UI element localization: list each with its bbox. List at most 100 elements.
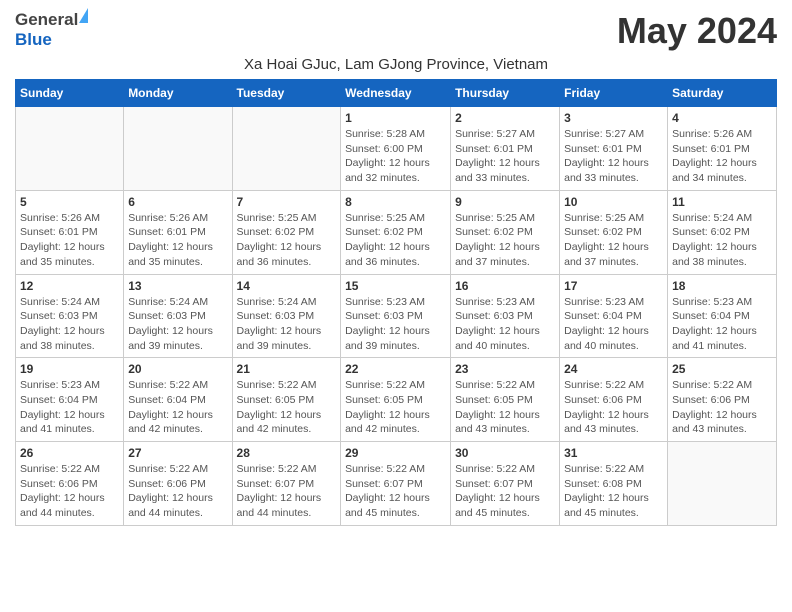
day-info: Sunrise: 5:22 AMSunset: 6:06 PMDaylight:… (128, 462, 227, 521)
day-info: Sunrise: 5:22 AMSunset: 6:07 PMDaylight:… (237, 462, 337, 521)
day-info: Sunrise: 5:26 AMSunset: 6:01 PMDaylight:… (20, 211, 119, 270)
calendar-cell: 11 Sunrise: 5:24 AMSunset: 6:02 PMDayligh… (668, 190, 777, 274)
calendar-cell: 28 Sunrise: 5:22 AMSunset: 6:07 PMDayligh… (232, 442, 341, 526)
day-number: 11 (672, 195, 772, 209)
day-number: 16 (455, 279, 555, 293)
calendar-cell: 2Sunrise: 5:27 AMSunset: 6:01 PMDaylight… (451, 107, 560, 191)
calendar-cell: 5 Sunrise: 5:26 AMSunset: 6:01 PMDaylight… (16, 190, 124, 274)
calendar-cell: 4 Sunrise: 5:26 AMSunset: 6:01 PMDaylight… (668, 107, 777, 191)
calendar-cell: 27 Sunrise: 5:22 AMSunset: 6:06 PMDayligh… (124, 442, 232, 526)
calendar-cell: 10 Sunrise: 5:25 AMSunset: 6:02 PMDayligh… (560, 190, 668, 274)
calendar-cell: 12 Sunrise: 5:24 AMSunset: 6:03 PMDayligh… (16, 274, 124, 358)
location-title: Xa Hoai GJuc, Lam GJong Province, Vietna… (15, 56, 777, 73)
day-number: 3 (564, 111, 663, 125)
calendar-cell: 14 Sunrise: 5:24 AMSunset: 6:03 PMDayligh… (232, 274, 341, 358)
day-number: 10 (564, 195, 663, 209)
day-info: Sunrise: 5:24 AMSunset: 6:02 PMDaylight:… (672, 211, 772, 270)
day-info: Sunrise: 5:23 AMSunset: 6:04 PMDaylight:… (564, 295, 663, 354)
calendar-cell (668, 442, 777, 526)
day-info: Sunrise: 5:24 AMSunset: 6:03 PMDaylight:… (20, 295, 119, 354)
logo-blue: Blue (15, 30, 52, 49)
day-number: 28 (237, 446, 337, 460)
day-number: 7 (237, 195, 337, 209)
day-number: 12 (20, 279, 119, 293)
day-of-week-friday: Friday (560, 80, 668, 107)
calendar-cell: 30Sunrise: 5:22 AMSunset: 6:07 PMDayligh… (451, 442, 560, 526)
day-number: 18 (672, 279, 772, 293)
day-number: 27 (128, 446, 227, 460)
calendar-cell: 13 Sunrise: 5:24 AMSunset: 6:03 PMDayligh… (124, 274, 232, 358)
day-info: Sunrise: 5:26 AMSunset: 6:01 PMDaylight:… (128, 211, 227, 270)
calendar-table: SundayMondayTuesdayWednesdayThursdayFrid… (15, 79, 777, 526)
calendar-cell (124, 107, 232, 191)
day-of-week-tuesday: Tuesday (232, 80, 341, 107)
day-number: 17 (564, 279, 663, 293)
calendar-cell: 16Sunrise: 5:23 AMSunset: 6:03 PMDayligh… (451, 274, 560, 358)
calendar-cell: 15Sunrise: 5:23 AMSunset: 6:03 PMDayligh… (341, 274, 451, 358)
day-of-week-sunday: Sunday (16, 80, 124, 107)
day-info: Sunrise: 5:26 AMSunset: 6:01 PMDaylight:… (672, 127, 772, 186)
day-of-week-monday: Monday (124, 80, 232, 107)
calendar-cell: 7 Sunrise: 5:25 AMSunset: 6:02 PMDaylight… (232, 190, 341, 274)
calendar-cell: 6 Sunrise: 5:26 AMSunset: 6:01 PMDaylight… (124, 190, 232, 274)
day-info: Sunrise: 5:27 AMSunset: 6:01 PMDaylight:… (455, 127, 555, 186)
calendar-cell: 18 Sunrise: 5:23 AMSunset: 6:04 PMDayligh… (668, 274, 777, 358)
day-info: Sunrise: 5:25 AMSunset: 6:02 PMDaylight:… (237, 211, 337, 270)
calendar-cell: 24Sunrise: 5:22 AMSunset: 6:06 PMDayligh… (560, 358, 668, 442)
calendar-cell: 23 Sunrise: 5:22 AMSunset: 6:05 PMDayligh… (451, 358, 560, 442)
day-number: 15 (345, 279, 446, 293)
calendar-cell: 25Sunrise: 5:22 AMSunset: 6:06 PMDayligh… (668, 358, 777, 442)
day-info: Sunrise: 5:23 AMSunset: 6:04 PMDaylight:… (672, 295, 772, 354)
day-info: Sunrise: 5:24 AMSunset: 6:03 PMDaylight:… (128, 295, 227, 354)
logo-triangle-icon (79, 8, 88, 23)
day-info: Sunrise: 5:23 AMSunset: 6:04 PMDaylight:… (20, 378, 119, 437)
calendar-cell: 29Sunrise: 5:22 AMSunset: 6:07 PMDayligh… (341, 442, 451, 526)
calendar-cell: 8Sunrise: 5:25 AMSunset: 6:02 PMDaylight… (341, 190, 451, 274)
day-info: Sunrise: 5:22 AMSunset: 6:06 PMDaylight:… (564, 378, 663, 437)
day-number: 1 (345, 111, 446, 125)
day-number: 30 (455, 446, 555, 460)
day-number: 9 (455, 195, 555, 209)
day-info: Sunrise: 5:25 AMSunset: 6:02 PMDaylight:… (564, 211, 663, 270)
calendar-cell: 19 Sunrise: 5:23 AMSunset: 6:04 PMDayligh… (16, 358, 124, 442)
day-info: Sunrise: 5:28 AMSunset: 6:00 PMDaylight:… (345, 127, 446, 186)
day-info: Sunrise: 5:22 AMSunset: 6:06 PMDaylight:… (672, 378, 772, 437)
day-of-week-thursday: Thursday (451, 80, 560, 107)
day-info: Sunrise: 5:24 AMSunset: 6:03 PMDaylight:… (237, 295, 337, 354)
day-number: 26 (20, 446, 119, 460)
day-number: 22 (345, 362, 446, 376)
day-info: Sunrise: 5:22 AMSunset: 6:05 PMDaylight:… (455, 378, 555, 437)
day-of-week-saturday: Saturday (668, 80, 777, 107)
day-number: 23 (455, 362, 555, 376)
day-number: 19 (20, 362, 119, 376)
day-info: Sunrise: 5:22 AMSunset: 6:04 PMDaylight:… (128, 378, 227, 437)
day-number: 6 (128, 195, 227, 209)
day-info: Sunrise: 5:25 AMSunset: 6:02 PMDaylight:… (455, 211, 555, 270)
day-number: 13 (128, 279, 227, 293)
calendar-cell: 22 Sunrise: 5:22 AMSunset: 6:05 PMDayligh… (341, 358, 451, 442)
day-of-week-wednesday: Wednesday (341, 80, 451, 107)
day-info: Sunrise: 5:22 AMSunset: 6:06 PMDaylight:… (20, 462, 119, 521)
day-number: 31 (564, 446, 663, 460)
day-info: Sunrise: 5:22 AMSunset: 6:05 PMDaylight:… (345, 378, 446, 437)
day-info: Sunrise: 5:27 AMSunset: 6:01 PMDaylight:… (564, 127, 663, 186)
logo: General Blue (15, 10, 88, 50)
day-number: 4 (672, 111, 772, 125)
calendar-cell: 17 Sunrise: 5:23 AMSunset: 6:04 PMDayligh… (560, 274, 668, 358)
calendar-cell (16, 107, 124, 191)
day-number: 5 (20, 195, 119, 209)
calendar-cell (232, 107, 341, 191)
calendar-cell: 9 Sunrise: 5:25 AMSunset: 6:02 PMDaylight… (451, 190, 560, 274)
day-number: 20 (128, 362, 227, 376)
day-number: 14 (237, 279, 337, 293)
day-info: Sunrise: 5:22 AMSunset: 6:08 PMDaylight:… (564, 462, 663, 521)
day-info: Sunrise: 5:22 AMSunset: 6:05 PMDaylight:… (237, 378, 337, 437)
calendar-cell: 20 Sunrise: 5:22 AMSunset: 6:04 PMDayligh… (124, 358, 232, 442)
day-number: 29 (345, 446, 446, 460)
calendar-cell: 26 Sunrise: 5:22 AMSunset: 6:06 PMDayligh… (16, 442, 124, 526)
day-number: 21 (237, 362, 337, 376)
month-title: May 2024 (617, 10, 777, 52)
calendar-cell: 1 Sunrise: 5:28 AMSunset: 6:00 PMDaylight… (341, 107, 451, 191)
day-number: 8 (345, 195, 446, 209)
calendar-cell: 31 Sunrise: 5:22 AMSunset: 6:08 PMDayligh… (560, 442, 668, 526)
